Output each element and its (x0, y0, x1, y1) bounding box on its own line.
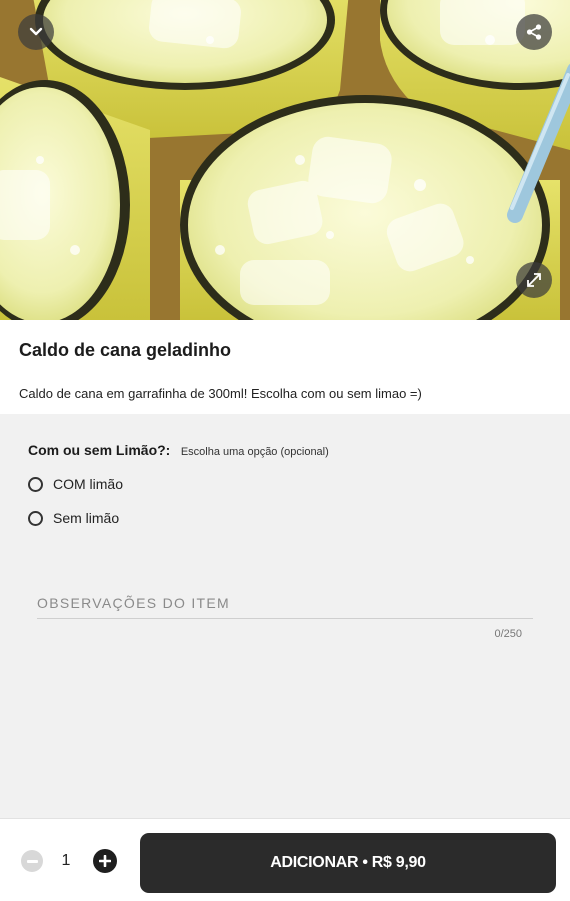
share-button[interactable] (516, 14, 552, 50)
add-to-cart-button[interactable]: ADICIONAR • R$ 9,90 (140, 833, 556, 893)
increase-quantity-button[interactable] (93, 849, 117, 873)
option-label: COM limão (53, 476, 124, 492)
option-group-title: Com ou sem Limão?: (28, 442, 171, 458)
plus-icon (99, 855, 111, 867)
option-sem-limao[interactable]: Sem limão (28, 510, 119, 526)
option-label: Sem limão (53, 510, 120, 526)
notes-char-counter: 0/250 (494, 628, 522, 640)
quantity-value: 1 (61, 852, 71, 869)
radio-button[interactable] (28, 510, 43, 526)
product-image (0, 0, 570, 320)
decrease-quantity-button[interactable] (21, 850, 43, 872)
minus-icon (26, 859, 38, 863)
notes-field (37, 590, 533, 619)
chevron-down-button[interactable] (18, 14, 54, 50)
sugarcane-juice-photo (0, 0, 570, 320)
option-group-hint: Escolha uma opção (opcional) (180, 446, 329, 458)
radio-button[interactable] (28, 476, 43, 492)
share-icon (526, 24, 542, 40)
product-info: Caldo de cana geladinho Caldo de cana em… (0, 320, 570, 414)
option-com-limao[interactable]: COM limão (28, 476, 123, 492)
options-panel: Com ou sem Limão?: Escolha uma opção (op… (0, 414, 570, 818)
notes-input[interactable] (37, 590, 533, 616)
add-to-cart-bar: 1 ADICIONAR • R$ 9,90 (0, 818, 570, 901)
product-description: Caldo de cana em garrafinha de 300ml! Es… (19, 386, 422, 401)
expand-icon (527, 273, 541, 287)
product-title: Caldo de cana geladinho (19, 340, 232, 360)
option-group-header: Com ou sem Limão?: Escolha uma opção (op… (28, 442, 329, 460)
expand-image-button[interactable] (516, 262, 552, 298)
chevron-down-icon (29, 27, 43, 36)
